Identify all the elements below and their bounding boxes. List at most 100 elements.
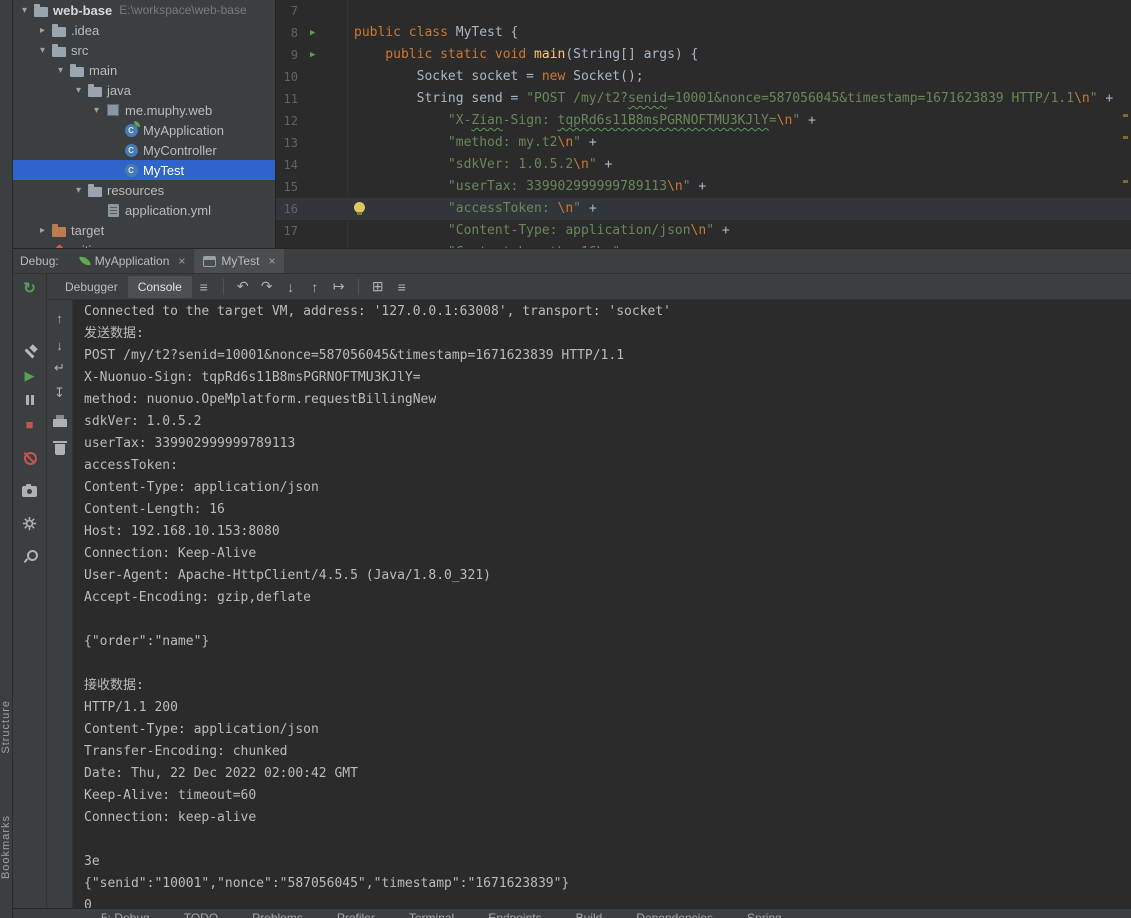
- tree-item-target[interactable]: ▸ target: [13, 220, 275, 240]
- clear-console-icon[interactable]: [52, 439, 68, 455]
- toolwindow-button-spring[interactable]: Spring: [747, 911, 782, 918]
- tree-item-resources[interactable]: ▾ resources: [13, 180, 275, 200]
- code-text: public static void main(String[] args) {: [354, 47, 699, 62]
- console-line: Connection: keep-alive: [84, 810, 257, 825]
- chevron-down-icon[interactable]: ▾: [53, 65, 68, 76]
- chevron-right-icon[interactable]: ▸: [35, 25, 50, 36]
- toolwindow-button-problems[interactable]: Problems: [252, 911, 303, 918]
- editor-line[interactable]: 14 "sdkVer: 1.0.5.2\n" +: [276, 154, 1131, 176]
- line-number: 8: [290, 26, 298, 40]
- toolwindow-button-terminal[interactable]: Terminal: [409, 911, 454, 918]
- soft-wrap-icon[interactable]: ↵: [52, 360, 68, 376]
- editor-panel[interactable]: 7 8 ▶ public class MyTest { 9 ▶ public s…: [276, 0, 1131, 248]
- tree-item-src[interactable]: ▾ src: [13, 40, 275, 60]
- chevron-down-icon[interactable]: ▾: [89, 105, 104, 116]
- chevron-down-icon[interactable]: ▾: [35, 45, 50, 56]
- debug-tool-window: ↻ ▶ ■ Debugger Console ≡ ↶ ↷ ↓ ↑ ↦ ⊞ ≡ ↑…: [13, 274, 1131, 908]
- run-to-cursor-icon[interactable]: ↦: [327, 278, 351, 295]
- console-output[interactable]: Connected to the target VM, address: '12…: [73, 300, 1131, 908]
- editor-line[interactable]: 8 ▶ public class MyTest {: [276, 22, 1131, 44]
- tree-item-web-base[interactable]: ▾ web-base E:\workspace\web-base: [13, 0, 275, 20]
- view-options-icon[interactable]: ≡: [390, 279, 414, 295]
- toolwindow-button-dependencies[interactable]: Dependencies: [636, 911, 713, 918]
- tree-item-myapplication[interactable]: MyApplication: [13, 120, 275, 140]
- editor-gutter: [302, 198, 347, 220]
- console-line: 3e: [84, 854, 100, 869]
- editor-line[interactable]: 18 "Content-Length: 16\n" +: [276, 242, 1131, 248]
- editor-line[interactable]: 11 String send = "POST /my/t2?senid=1000…: [276, 88, 1131, 110]
- mute-breakpoints-icon[interactable]: [22, 450, 38, 466]
- step-over-icon[interactable]: ↷: [255, 278, 279, 295]
- rerun-debug-icon[interactable]: ↻: [22, 280, 38, 297]
- chevron-down-icon[interactable]: ▾: [71, 85, 86, 96]
- resume-icon[interactable]: ▶: [22, 368, 38, 384]
- show-execution-point-icon[interactable]: ↶: [231, 278, 255, 295]
- editor-line[interactable]: 12 "X-Zian-Sign: tqpRd6s11B8msPGRNOFTMU3…: [276, 110, 1131, 132]
- tab-debugger[interactable]: Debugger: [55, 276, 128, 298]
- class-icon: [122, 120, 140, 137]
- spring-boot-icon: [78, 255, 91, 267]
- folder-icon: [68, 63, 86, 77]
- tree-item-package[interactable]: ▾ me.muphy.web: [13, 100, 275, 120]
- down-stack-icon[interactable]: ↓: [52, 337, 68, 353]
- toolwindow-button-structure[interactable]: Structure: [0, 700, 13, 754]
- toolwindow-button-endpoints[interactable]: Endpoints: [488, 911, 541, 918]
- toolwindow-button-bookmarks[interactable]: Bookmarks: [0, 815, 13, 879]
- chevron-down-icon[interactable]: ▾: [17, 5, 32, 16]
- editor-line[interactable]: 9 ▶ public static void main(String[] arg…: [276, 44, 1131, 66]
- code-text: "method: my.t2\n" +: [354, 135, 597, 150]
- restore-layout-icon[interactable]: ⊞: [366, 278, 390, 295]
- tab-console[interactable]: Console: [127, 275, 192, 298]
- tree-item-java[interactable]: ▾ java: [13, 80, 275, 100]
- editor-line[interactable]: 10 Socket socket = new Socket();: [276, 66, 1131, 88]
- error-stripe-mark[interactable]: [1123, 136, 1128, 139]
- layout-menu-icon[interactable]: ≡: [192, 279, 216, 295]
- pin-icon[interactable]: [22, 548, 38, 564]
- stop-icon[interactable]: ■: [22, 416, 38, 432]
- tab-myapplication[interactable]: MyApplication ×: [71, 249, 195, 273]
- tree-item-gitignore[interactable]: .gitignore: [13, 240, 275, 248]
- close-icon[interactable]: ×: [178, 254, 185, 268]
- editor-line[interactable]: 7: [276, 0, 1131, 22]
- scroll-to-end-icon[interactable]: ↧: [52, 385, 68, 401]
- console-line: POST /my/t2?senid=10001&nonce=587056045&…: [84, 348, 625, 363]
- tree-item-mytest-selected[interactable]: MyTest: [13, 160, 275, 180]
- tree-item-mycontroller[interactable]: MyController: [13, 140, 275, 160]
- editor-line[interactable]: 17 "Content-Type: application/json\n" +: [276, 220, 1131, 242]
- settings-gear-icon[interactable]: [22, 515, 38, 531]
- step-out-icon[interactable]: ↑: [303, 279, 327, 295]
- editor-line[interactable]: 13 "method: my.t2\n" +: [276, 132, 1131, 154]
- tree-item-application-yml[interactable]: application.yml: [13, 200, 275, 220]
- chevron-down-icon[interactable]: ▾: [71, 185, 86, 196]
- line-number: 9: [290, 48, 298, 62]
- up-stack-icon[interactable]: ↑: [52, 310, 68, 326]
- chevron-right-icon[interactable]: ▸: [35, 225, 50, 236]
- print-icon[interactable]: [52, 412, 68, 428]
- folder-icon: [50, 223, 68, 237]
- toolwindow-button-debug[interactable]: 5: Debug: [101, 911, 150, 918]
- thread-dump-camera-icon[interactable]: [22, 482, 38, 498]
- tree-item-main[interactable]: ▾ main: [13, 60, 275, 80]
- console-icon: [203, 255, 217, 267]
- error-stripe-mark[interactable]: [1123, 114, 1128, 117]
- tab-mytest[interactable]: MyTest ×: [194, 249, 285, 273]
- project-tree-panel[interactable]: ▾ web-base E:\workspace\web-base ▸ .idea…: [13, 0, 276, 248]
- error-stripe-mark[interactable]: [1123, 180, 1128, 183]
- toolwindow-button-todo[interactable]: TODO: [184, 911, 218, 918]
- pause-icon[interactable]: [22, 392, 38, 408]
- intention-bulb-icon[interactable]: [354, 202, 365, 215]
- editor-line[interactable]: 15 "userTax: 339902999999789113\n" +: [276, 176, 1131, 198]
- console-line: Keep-Alive: timeout=60: [84, 788, 257, 803]
- folder-icon: [50, 23, 68, 37]
- build-hammer-icon[interactable]: [22, 344, 38, 360]
- toolwindow-button-build[interactable]: Build: [576, 911, 603, 918]
- run-class-icon[interactable]: ▶: [310, 22, 315, 44]
- tree-item-idea[interactable]: ▸ .idea: [13, 20, 275, 40]
- toolwindow-button-profiler[interactable]: Profiler: [337, 911, 375, 918]
- close-icon[interactable]: ×: [268, 254, 275, 268]
- step-into-icon[interactable]: ↓: [279, 279, 303, 295]
- console-line: 接收数据:: [84, 678, 144, 693]
- editor-line-current[interactable]: 16 "accessToken: \n" +: [276, 198, 1131, 220]
- run-main-icon[interactable]: ▶: [310, 44, 315, 66]
